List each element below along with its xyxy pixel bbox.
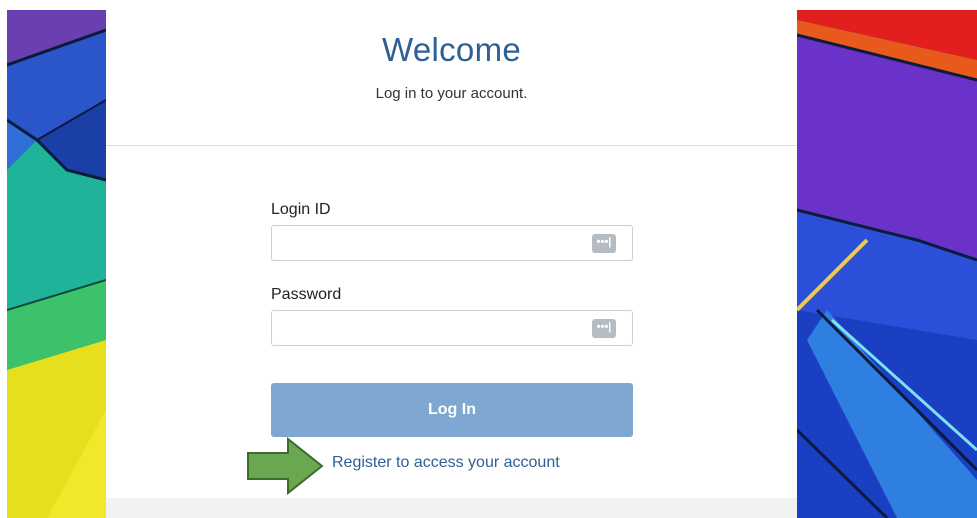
login-id-field-container: •••| xyxy=(271,225,633,261)
password-manager-icon[interactable]: •••| xyxy=(592,319,616,338)
password-label: Password xyxy=(271,286,342,303)
login-form: Login ID •••| Password •••| Log In xyxy=(271,200,633,437)
page-subtitle: Log in to your account. xyxy=(375,85,528,102)
login-button[interactable]: Log In xyxy=(271,383,633,437)
card-footer xyxy=(106,498,797,518)
password-input[interactable] xyxy=(272,311,632,345)
login-id-label: Login ID xyxy=(271,201,331,218)
arrow-right-icon xyxy=(247,437,324,495)
password-manager-icon[interactable]: •••| xyxy=(592,234,616,253)
background-image-left xyxy=(7,10,106,518)
register-link[interactable]: Register to access your account xyxy=(332,453,560,473)
login-page: Welcome Log in to your account. Login ID… xyxy=(0,0,977,518)
page-title: Welcome xyxy=(381,31,522,68)
password-field-container: •••| xyxy=(271,310,633,346)
login-card: Welcome Log in to your account. Login ID… xyxy=(106,10,797,518)
background-image-right xyxy=(797,10,977,518)
login-id-input[interactable] xyxy=(272,226,632,260)
card-header: Welcome Log in to your account. xyxy=(106,10,797,146)
